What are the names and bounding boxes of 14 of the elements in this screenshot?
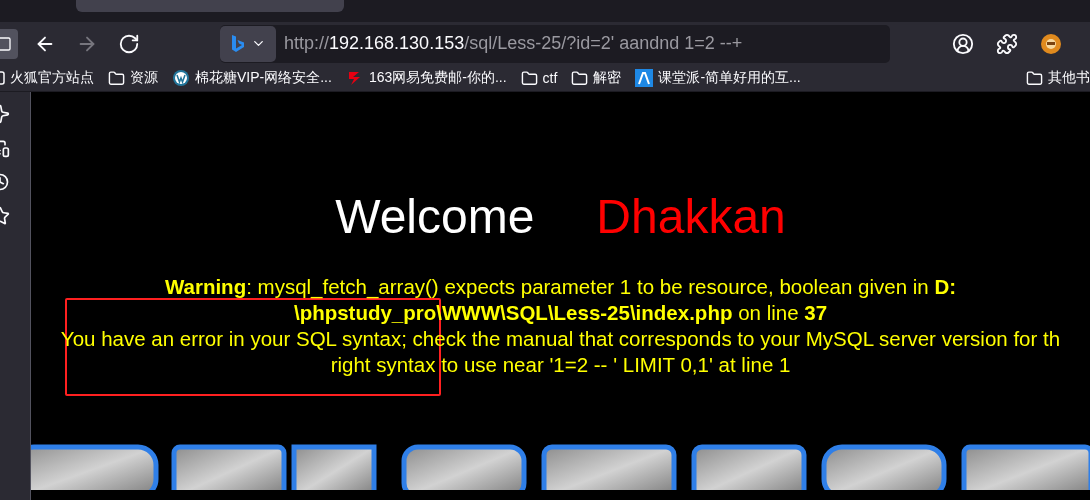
bookmark-item[interactable]: 资源 (108, 69, 158, 87)
bookmark-item[interactable]: 163网易免费邮-你的... (345, 69, 507, 87)
url-text: http://192.168.130.153/sql/Less-25/?id=2' aandnd 1=2 --+ (284, 33, 743, 54)
bookmark-item[interactable]: ctf (520, 69, 558, 87)
welcome-text: Welcome (335, 189, 535, 245)
address-bar[interactable]: http://192.168.130.153/sql/Less-25/?id=2' aandnd 1=2 --+ (220, 24, 890, 63)
bookmark-item[interactable]: 棉花糖VIP-网络安全... (172, 69, 332, 87)
warning-message: Warning: mysql_fetch_array() expects parameter 1 to be resource, boolean given in D: (164, 274, 957, 300)
error-message: right syntax to use near '1=2 -- ' LIMIT 0,1' at line 1 (330, 352, 791, 378)
name-text: Dhakkan (596, 189, 786, 245)
bookmark-item[interactable]: 解密 (571, 69, 622, 87)
bookmark-item[interactable]: 火狐官方站点 (0, 69, 94, 87)
bookmark-item[interactable]: 其他书 (1026, 69, 1090, 87)
bookmark-item[interactable]: 课堂派-简单好用的互... (635, 69, 801, 87)
